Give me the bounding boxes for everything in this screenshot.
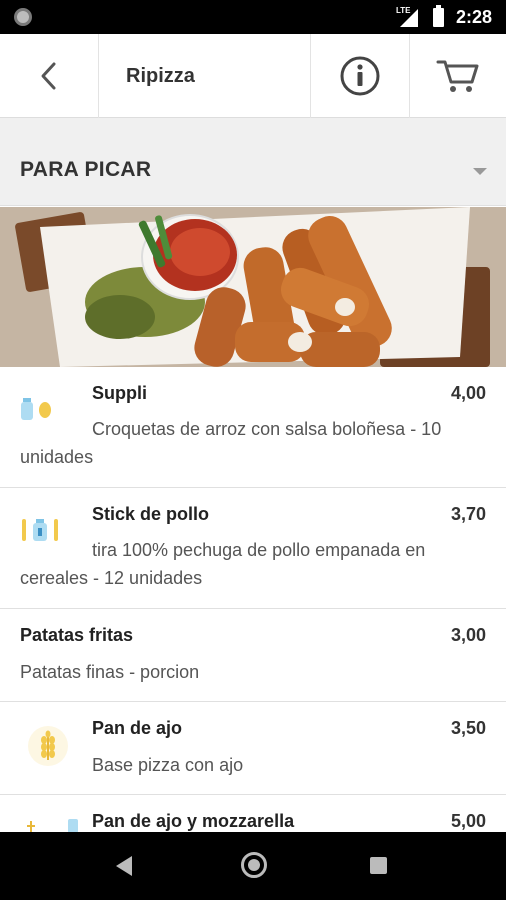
item-name: Suppli <box>92 383 147 403</box>
wheat-icon <box>27 821 35 833</box>
toolbar-divider <box>98 34 99 118</box>
notification-icon <box>14 8 32 26</box>
info-icon <box>340 56 380 96</box>
info-button[interactable] <box>311 34 409 118</box>
menu-item-pan-de-ajo[interactable]: Pan de ajo 3,50 Base pizza con ajo <box>0 702 506 795</box>
nav-back-icon[interactable] <box>116 856 132 876</box>
item-name: Patatas fritas <box>20 625 134 645</box>
nav-recents-icon[interactable] <box>370 857 387 874</box>
system-nav-bar <box>0 832 506 900</box>
allergen-icons <box>28 726 68 766</box>
item-name: Pan de ajo y mozzarella <box>92 811 295 831</box>
item-price: 3,00 <box>450 625 486 645</box>
milk-bottle-icon <box>68 819 78 833</box>
back-arrow-icon <box>41 62 56 90</box>
status-bar: LTE 2:28 <box>0 0 506 34</box>
page-title: Ripizza <box>126 64 195 87</box>
item-price: 3,50 <box>450 718 486 738</box>
nav-home-icon[interactable] <box>241 852 267 878</box>
item-description: Croquetas de arroz con salsa boloñesa - … <box>20 419 442 467</box>
signal-icon <box>400 9 418 27</box>
status-time: 2:28 <box>456 7 493 27</box>
battery-icon <box>433 5 444 27</box>
wheat-icon <box>28 726 68 766</box>
menu-item-stick-de-pollo[interactable]: Stick de pollo 3,70 tira 100% pechuga de… <box>0 488 506 609</box>
cart-icon <box>436 60 479 92</box>
item-description: Patatas finas - porcion <box>20 662 200 682</box>
menu-item-suppli[interactable]: Suppli 4,00 Croquetas de arroz con salsa… <box>0 367 506 488</box>
item-description: tira 100% pechuga de pollo empanada en c… <box>20 540 426 588</box>
item-price: 4,00 <box>450 383 486 403</box>
app-toolbar: Ripizza <box>0 34 506 118</box>
category-header[interactable]: PARA PICAR <box>0 138 506 206</box>
item-price: 3,70 <box>450 504 486 524</box>
item-description: Base pizza con ajo <box>92 755 244 775</box>
category-title: PARA PICAR <box>20 158 152 181</box>
food-photo <box>0 207 506 367</box>
item-price: 5,00 <box>450 811 486 831</box>
back-button[interactable] <box>0 34 98 118</box>
dropdown-caret-icon <box>473 168 487 175</box>
item-name: Pan de ajo <box>92 718 183 738</box>
cart-button[interactable] <box>410 34 506 118</box>
item-name: Stick de pollo <box>92 504 210 524</box>
menu-item-patatas-fritas[interactable]: Patatas fritas 3,00 Patatas finas - porc… <box>0 609 506 702</box>
toolbar-spacer <box>0 118 506 138</box>
category-photo <box>0 207 506 367</box>
allergen-icons <box>26 819 80 833</box>
